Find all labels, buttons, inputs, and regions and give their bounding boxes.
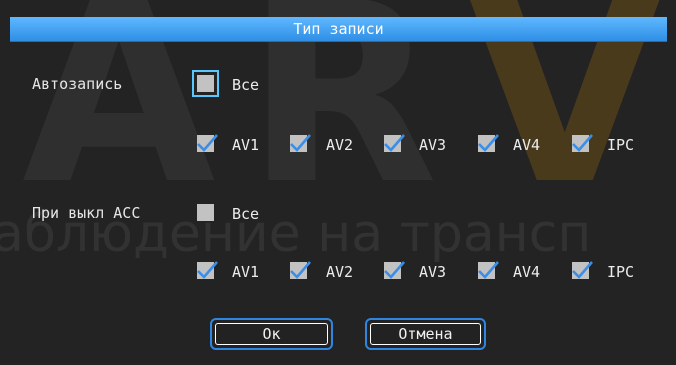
watermark: ARVI аблюдение на трансп [0,0,676,365]
acc-off-label: При выкл ACC [32,204,141,222]
autorecord-label: Автозапись [32,75,123,93]
acc-off-av4-checkbox[interactable] [478,261,499,279]
check-icon [384,261,405,279]
dialog-title: Тип записи [10,17,667,42]
autorecord-av2-label: AV2 [326,136,354,154]
check-icon [572,261,593,279]
acc-off-all-checkbox[interactable] [197,204,214,221]
cancel-button-label: Отмена [370,323,481,345]
acc-off-av2-label: AV2 [326,263,354,281]
check-icon [197,261,218,279]
acc-off-ipc-checkbox[interactable] [572,261,593,279]
check-icon [290,261,311,279]
autorecord-av2-checkbox[interactable] [290,134,311,152]
check-icon [197,134,218,152]
acc-off-av3-checkbox[interactable] [384,261,405,279]
autorecord-av3-label: AV3 [419,136,447,154]
autorecord-all-checkbox[interactable] [192,70,219,97]
acc-off-av1-label: AV1 [232,263,260,281]
check-icon [478,134,499,152]
autorecord-av1-label: AV1 [232,136,260,154]
acc-off-av2-checkbox[interactable] [290,261,311,279]
acc-off-av3-label: AV3 [419,263,447,281]
check-icon [384,134,405,152]
check-icon [290,134,311,152]
autorecord-ipc-label: IPC [607,136,635,154]
autorecord-av1-checkbox[interactable] [197,134,218,152]
autorecord-av4-checkbox[interactable] [478,134,499,152]
cancel-button[interactable]: Отмена [365,318,486,350]
ok-button[interactable]: Ок [210,318,333,350]
autorecord-av3-checkbox[interactable] [384,134,405,152]
acc-off-av4-label: AV4 [513,263,541,281]
record-type-dialog: ARVI аблюдение на трансп Тип записи Авто… [0,0,676,365]
acc-off-av1-checkbox[interactable] [197,261,218,279]
check-icon [572,134,593,152]
acc-off-all-label: Все [232,205,260,223]
autorecord-av4-label: AV4 [513,136,541,154]
autorecord-ipc-checkbox[interactable] [572,134,593,152]
autorecord-all-label: Все [232,76,260,94]
check-icon [478,261,499,279]
acc-off-ipc-label: IPC [607,263,635,281]
ok-button-label: Ок [215,323,328,345]
